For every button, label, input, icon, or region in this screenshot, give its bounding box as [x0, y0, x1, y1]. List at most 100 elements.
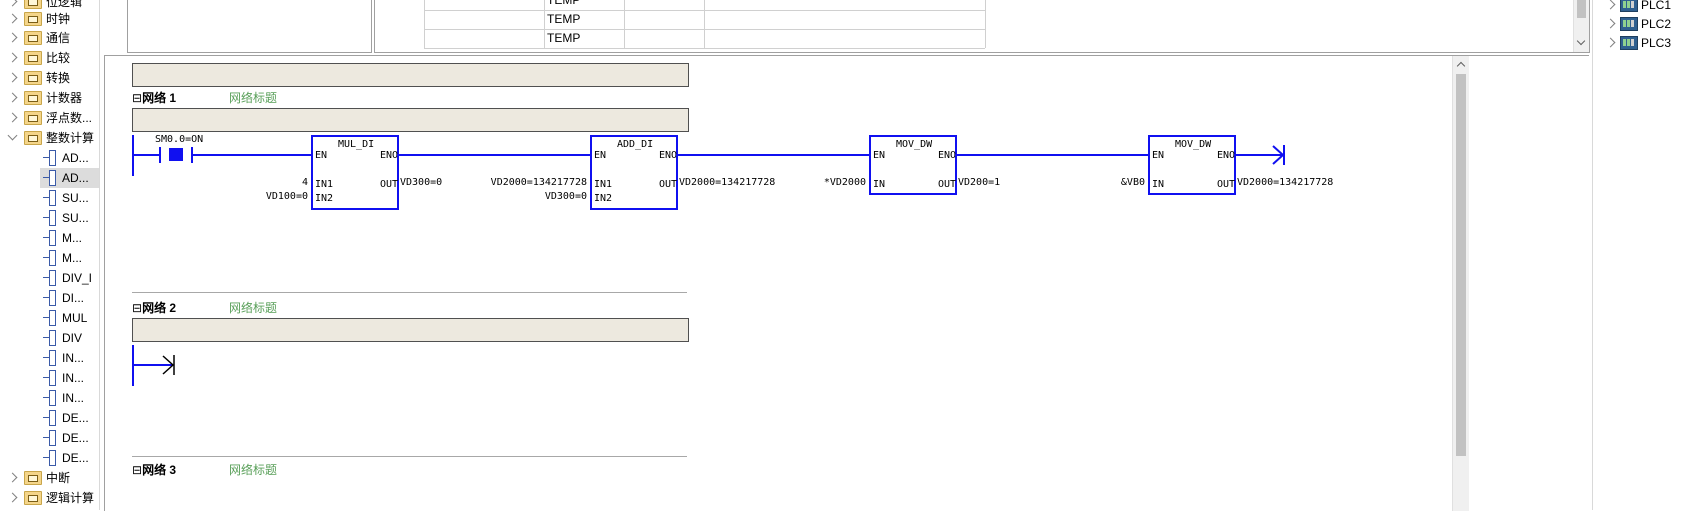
box-instruction-icon: [43, 230, 57, 246]
chevron-right-icon[interactable]: [7, 52, 18, 63]
contact-left-bar[interactable]: [159, 147, 161, 163]
instruction-item[interactable]: IN...: [0, 368, 99, 388]
instruction-item[interactable]: DE...: [0, 428, 99, 448]
scrollbar-thumb[interactable]: [1577, 0, 1586, 18]
instruction-item[interactable]: AD...: [0, 148, 99, 168]
network-3-title[interactable]: ⊟网络 3: [132, 461, 176, 478]
table-row[interactable]: TEMP: [424, 10, 986, 30]
block-out-operand[interactable]: VD2000=134217728: [1237, 177, 1333, 189]
instruction-label: SU...: [62, 211, 89, 225]
block-out-label: OUT: [380, 179, 399, 190]
instruction-item[interactable]: M...: [0, 248, 99, 268]
tree-folder-float[interactable]: 浮点数...: [0, 108, 99, 128]
tree-folder-counter[interactable]: 计数器: [0, 88, 99, 108]
mov-dw-block[interactable]: MOV_DW EN ENO IN OUT: [869, 135, 957, 195]
folder-icon: [24, 471, 42, 485]
variable-table: TEMP TEMP TEMP: [374, 0, 1590, 53]
block-en-label: EN: [594, 150, 607, 161]
block-out-operand[interactable]: VD200=1: [958, 177, 1000, 189]
tree-folder-integer-math[interactable]: 整数计算: [0, 128, 99, 148]
table-scrollbar[interactable]: [1573, 0, 1589, 52]
contact-state-fill[interactable]: [169, 148, 183, 161]
tree-folder-communication[interactable]: 通信: [0, 28, 99, 48]
mov-dw-block[interactable]: MOV_DW EN ENO IN OUT: [1148, 135, 1236, 195]
tree-folder-label: 浮点数...: [46, 111, 93, 125]
chevron-down-icon[interactable]: [7, 130, 18, 141]
tree-folder-label: 时钟: [46, 12, 71, 26]
chevron-up-icon[interactable]: [1456, 61, 1466, 71]
instruction-item[interactable]: M...: [0, 228, 99, 248]
instruction-item[interactable]: DIV: [0, 328, 99, 348]
block-name: MUL_DI: [338, 139, 375, 150]
network-3-subtitle[interactable]: 网络标题: [229, 461, 277, 478]
mul-di-block[interactable]: MUL_DI EN ENO IN1 OUT IN2: [311, 135, 399, 210]
instruction-item[interactable]: MUL: [0, 308, 99, 328]
chevron-right-icon[interactable]: [7, 492, 18, 503]
block-eno-label: ENO: [1217, 150, 1236, 161]
program-comment-box[interactable]: [132, 63, 689, 87]
block-in-label: IN: [1152, 179, 1165, 190]
table-cell-type[interactable]: TEMP: [544, 10, 627, 29]
plc-icon: [1620, 36, 1638, 50]
table-cell-type[interactable]: TEMP: [544, 0, 627, 10]
chevron-right-icon[interactable]: [7, 13, 18, 24]
instruction-item[interactable]: SU...: [0, 188, 99, 208]
rung-wire: [676, 154, 870, 156]
project-item-plc3[interactable]: PLC3: [1593, 33, 1701, 53]
instruction-item[interactable]: DE...: [0, 408, 99, 428]
tree-folder-convert[interactable]: 转换: [0, 68, 99, 88]
instruction-item[interactable]: IN...: [0, 348, 99, 368]
chevron-right-icon[interactable]: [1605, 0, 1616, 10]
chevron-right-icon[interactable]: [7, 72, 18, 83]
editor-scrollbar[interactable]: [1452, 56, 1469, 511]
network-2-title[interactable]: ⊟网络 2: [132, 299, 176, 316]
tree-folder-interrupt[interactable]: 中断: [0, 468, 99, 488]
block-out-operand[interactable]: VD2000=134217728: [679, 177, 775, 189]
chevron-right-icon[interactable]: [1605, 18, 1616, 29]
instruction-item[interactable]: DI...: [0, 288, 99, 308]
network-2-subtitle[interactable]: 网络标题: [229, 299, 277, 316]
collapse-icon[interactable]: ⊟: [132, 463, 142, 477]
table-cell-type[interactable]: TEMP: [544, 29, 627, 48]
instruction-item[interactable]: DIV_I: [0, 268, 99, 288]
block-in1-operand[interactable]: VD2000=134217728: [477, 177, 587, 189]
add-di-block[interactable]: ADD_DI EN ENO IN1 OUT IN2: [590, 135, 678, 210]
block-in-operand[interactable]: &VB0: [1105, 177, 1145, 189]
project-item-plc1[interactable]: PLC1: [1593, 0, 1701, 15]
tree-folder-logic-ops[interactable]: 逻辑计算: [0, 488, 99, 508]
chevron-right-icon[interactable]: [7, 32, 18, 43]
chevron-down-icon[interactable]: [1576, 36, 1586, 46]
block-in2-operand[interactable]: VD300=0: [505, 191, 587, 203]
block-out-operand[interactable]: VD300=0: [400, 177, 442, 189]
instruction-item[interactable]: IN...: [0, 388, 99, 408]
project-item-plc2[interactable]: PLC2: [1593, 14, 1701, 34]
instruction-item[interactable]: SU...: [0, 208, 99, 228]
tree-folder-compare[interactable]: 比较: [0, 48, 99, 68]
instruction-item[interactable]: AD...: [40, 168, 99, 188]
chevron-right-icon[interactable]: [7, 92, 18, 103]
network-2-comment-box[interactable]: [132, 318, 689, 342]
network-1-comment-box[interactable]: [132, 108, 689, 132]
chevron-right-icon[interactable]: [7, 472, 18, 483]
collapse-icon[interactable]: ⊟: [132, 301, 142, 315]
contact-address[interactable]: SM0.0=ON: [155, 134, 203, 146]
block-in2-operand[interactable]: VD100=0: [225, 191, 308, 203]
tree-folder-clock[interactable]: 时钟: [0, 9, 99, 29]
ladder-editor: ⊟网络 1 网络标题 SM0.0=ON MUL_DI EN ENO IN1 OU…: [104, 55, 1589, 511]
chevron-right-icon[interactable]: [7, 112, 18, 123]
chevron-right-icon[interactable]: [1605, 37, 1616, 48]
instruction-item[interactable]: DE...: [0, 448, 99, 468]
block-in-operand[interactable]: *VD2000: [805, 177, 866, 189]
chevron-right-icon[interactable]: [7, 0, 18, 7]
network-1-subtitle[interactable]: 网络标题: [229, 89, 277, 106]
symbol-panel: [127, 0, 372, 53]
folder-icon: [24, 491, 42, 505]
folder-icon: [24, 31, 42, 45]
network-1-title[interactable]: ⊟网络 1: [132, 89, 176, 106]
scrollbar-thumb[interactable]: [1456, 74, 1466, 456]
collapse-icon[interactable]: ⊟: [132, 91, 142, 105]
block-in1-label: IN1: [594, 179, 613, 190]
table-row[interactable]: TEMP: [424, 29, 986, 49]
block-in1-operand[interactable]: 4: [297, 177, 308, 189]
instruction-label: IN...: [62, 351, 85, 365]
